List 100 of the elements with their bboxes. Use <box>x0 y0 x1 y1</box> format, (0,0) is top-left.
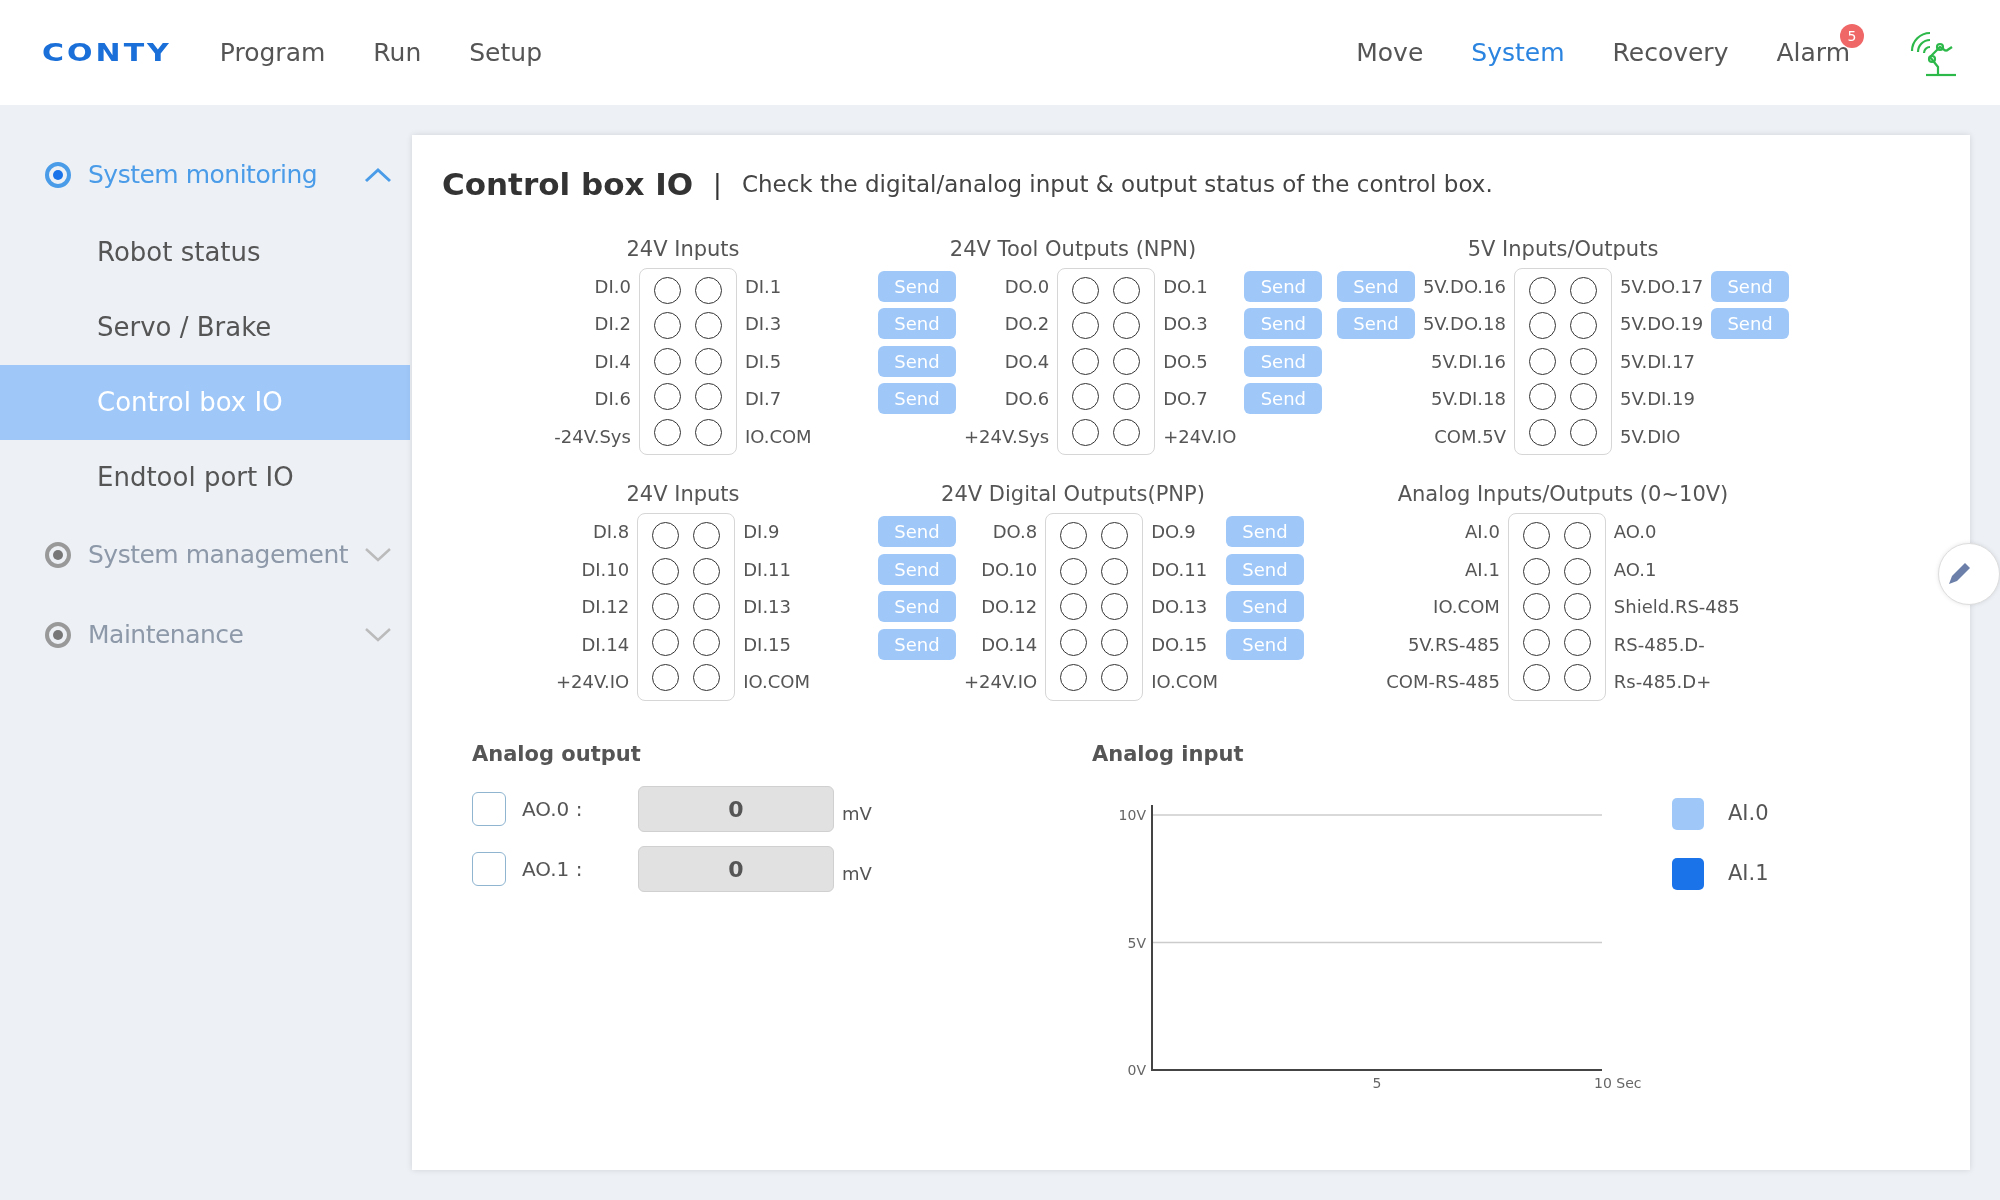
pin-label: AI.0 <box>1465 520 1500 545</box>
send-button[interactable]: Send <box>1225 591 1304 623</box>
send-button[interactable]: Send <box>878 270 956 302</box>
send-button[interactable]: Send <box>1244 345 1323 377</box>
send-button[interactable]: Send <box>878 308 956 340</box>
checkbox[interactable] <box>472 792 506 826</box>
pin-label: 5V.RS-485 <box>1407 632 1500 657</box>
pin-label: IO.COM <box>743 670 810 695</box>
edit-button[interactable] <box>1938 543 2000 605</box>
pin-label: AO.0 <box>1613 520 1657 545</box>
send-button[interactable]: Send <box>1225 553 1304 585</box>
group-title: 5V Inputs/Outputs <box>1466 235 1660 263</box>
send-button[interactable]: Send <box>1225 628 1304 660</box>
pin-label: +24V.Sys <box>964 424 1050 449</box>
pin-label: 5V.DIO <box>1620 424 1681 449</box>
pin-label: DI.1 <box>744 274 782 299</box>
unit-label: mV <box>842 802 872 826</box>
axis-label: 0V <box>1127 1062 1146 1078</box>
chevron-up-icon <box>364 167 392 183</box>
unit-label: mV <box>842 862 872 886</box>
send-button[interactable]: Send <box>878 553 956 585</box>
pin-label: DI.9 <box>743 520 780 545</box>
pin-label: DI.8 <box>592 520 630 545</box>
pin-label: DI.0 <box>594 274 631 299</box>
panel-title: Control box IO <box>442 165 694 204</box>
chevron-down-icon <box>364 547 392 563</box>
pin-label: DI.11 <box>743 557 791 582</box>
pin-label: IO.COM <box>744 424 812 449</box>
send-button[interactable]: Send <box>1336 308 1415 340</box>
radio-icon <box>44 621 72 649</box>
pin-label: DI.15 <box>743 632 791 657</box>
chart-title: Analog input <box>1092 740 1245 768</box>
send-button[interactable]: Send <box>878 345 956 377</box>
pin-label: Shield.RS-485 <box>1613 595 1740 620</box>
send-button[interactable]: Send <box>878 628 956 660</box>
pin-label: +24V.IO <box>964 670 1038 695</box>
pin-label: DO.12 <box>981 595 1038 620</box>
pin-label: DI.10 <box>581 557 630 582</box>
pin-label: DI.7 <box>744 387 782 412</box>
nav-link[interactable]: Setup <box>469 33 543 72</box>
pin-label: DI.13 <box>743 595 791 620</box>
sidebar-item[interactable]: Servo / Brake <box>0 290 410 365</box>
group-title: 24V Digital Outputs(PNP) <box>940 481 1206 508</box>
sidebar-section[interactable]: System monitoring <box>0 135 410 215</box>
chevron-down-icon <box>364 627 392 643</box>
pin-label: DO.7 <box>1163 387 1208 412</box>
sidebar-item[interactable]: Endtool port IO <box>0 440 410 515</box>
pin-label: DO.8 <box>992 520 1038 545</box>
output-label: AO.1 : <box>522 856 584 883</box>
pin-label: DI.12 <box>581 595 630 620</box>
pin-label: 5V.DO.17 <box>1620 274 1704 299</box>
axis-label: 5 <box>1372 1075 1382 1091</box>
pin-label: DI.3 <box>744 312 782 337</box>
pin-label: COM-RS-485 <box>1386 670 1500 695</box>
pin-label: AI.1 <box>1465 557 1500 582</box>
send-button[interactable]: Send <box>1225 516 1304 548</box>
value-field[interactable]: 0 <box>638 846 834 892</box>
checkbox[interactable] <box>472 852 506 886</box>
send-button[interactable]: Send <box>1244 308 1323 340</box>
nav-link[interactable]: Move <box>1356 33 1424 72</box>
send-button[interactable]: Send <box>878 383 956 415</box>
sidebar-item[interactable]: Robot status <box>0 215 410 290</box>
sidebar-item[interactable]: Control box IO <box>0 365 410 440</box>
pin-label: RS-485.D- <box>1613 632 1705 657</box>
legend-label: AI.1 <box>1728 860 1769 888</box>
send-button[interactable]: Send <box>878 591 956 623</box>
panel-description: Check the digital/analog input & output status of the control box. <box>741 170 1493 199</box>
send-button[interactable]: Send <box>1336 270 1415 302</box>
pin-label: DO.6 <box>1004 387 1050 412</box>
group-title: 24V Inputs <box>625 481 741 508</box>
pin-label: IO.COM <box>1433 595 1500 620</box>
sidebar-section[interactable]: Maintenance <box>0 595 410 675</box>
pin-label: DO.5 <box>1163 349 1208 374</box>
pin-label: DO.3 <box>1163 312 1208 337</box>
group-title: 24V Inputs <box>625 235 741 263</box>
pin-label: 5V.DI.17 <box>1620 349 1695 374</box>
send-button[interactable]: Send <box>1711 270 1790 302</box>
nav-link[interactable]: Program <box>219 33 326 72</box>
send-button[interactable]: Send <box>1711 308 1790 340</box>
pin-label: DO.14 <box>981 632 1038 657</box>
nav-link[interactable]: Recovery <box>1612 33 1729 72</box>
send-button[interactable]: Send <box>1244 270 1323 302</box>
group-title: 24V Tool Outputs (NPN) <box>948 235 1198 263</box>
pin-label: -24V.Sys <box>554 424 631 449</box>
title-separator: | <box>713 167 722 202</box>
sidebar-section[interactable]: System management <box>0 515 410 595</box>
pin-label: DI.5 <box>744 349 782 374</box>
pin-label: DO.11 <box>1151 557 1208 582</box>
nav-link[interactable]: Run <box>373 33 422 72</box>
pin-label: DO.10 <box>981 557 1038 582</box>
nav-link[interactable]: System <box>1471 33 1565 72</box>
send-button[interactable]: Send <box>878 516 956 548</box>
alarm-badge: 5 <box>1840 23 1864 48</box>
pin-label: IO.COM <box>1151 670 1218 695</box>
pin-label: DI.6 <box>594 387 631 412</box>
value-field[interactable]: 0 <box>638 786 834 832</box>
axis-label: 10 Sec <box>1594 1075 1642 1091</box>
pin-label: DO.0 <box>1004 274 1050 299</box>
radio-icon <box>44 541 72 569</box>
send-button[interactable]: Send <box>1244 383 1323 415</box>
